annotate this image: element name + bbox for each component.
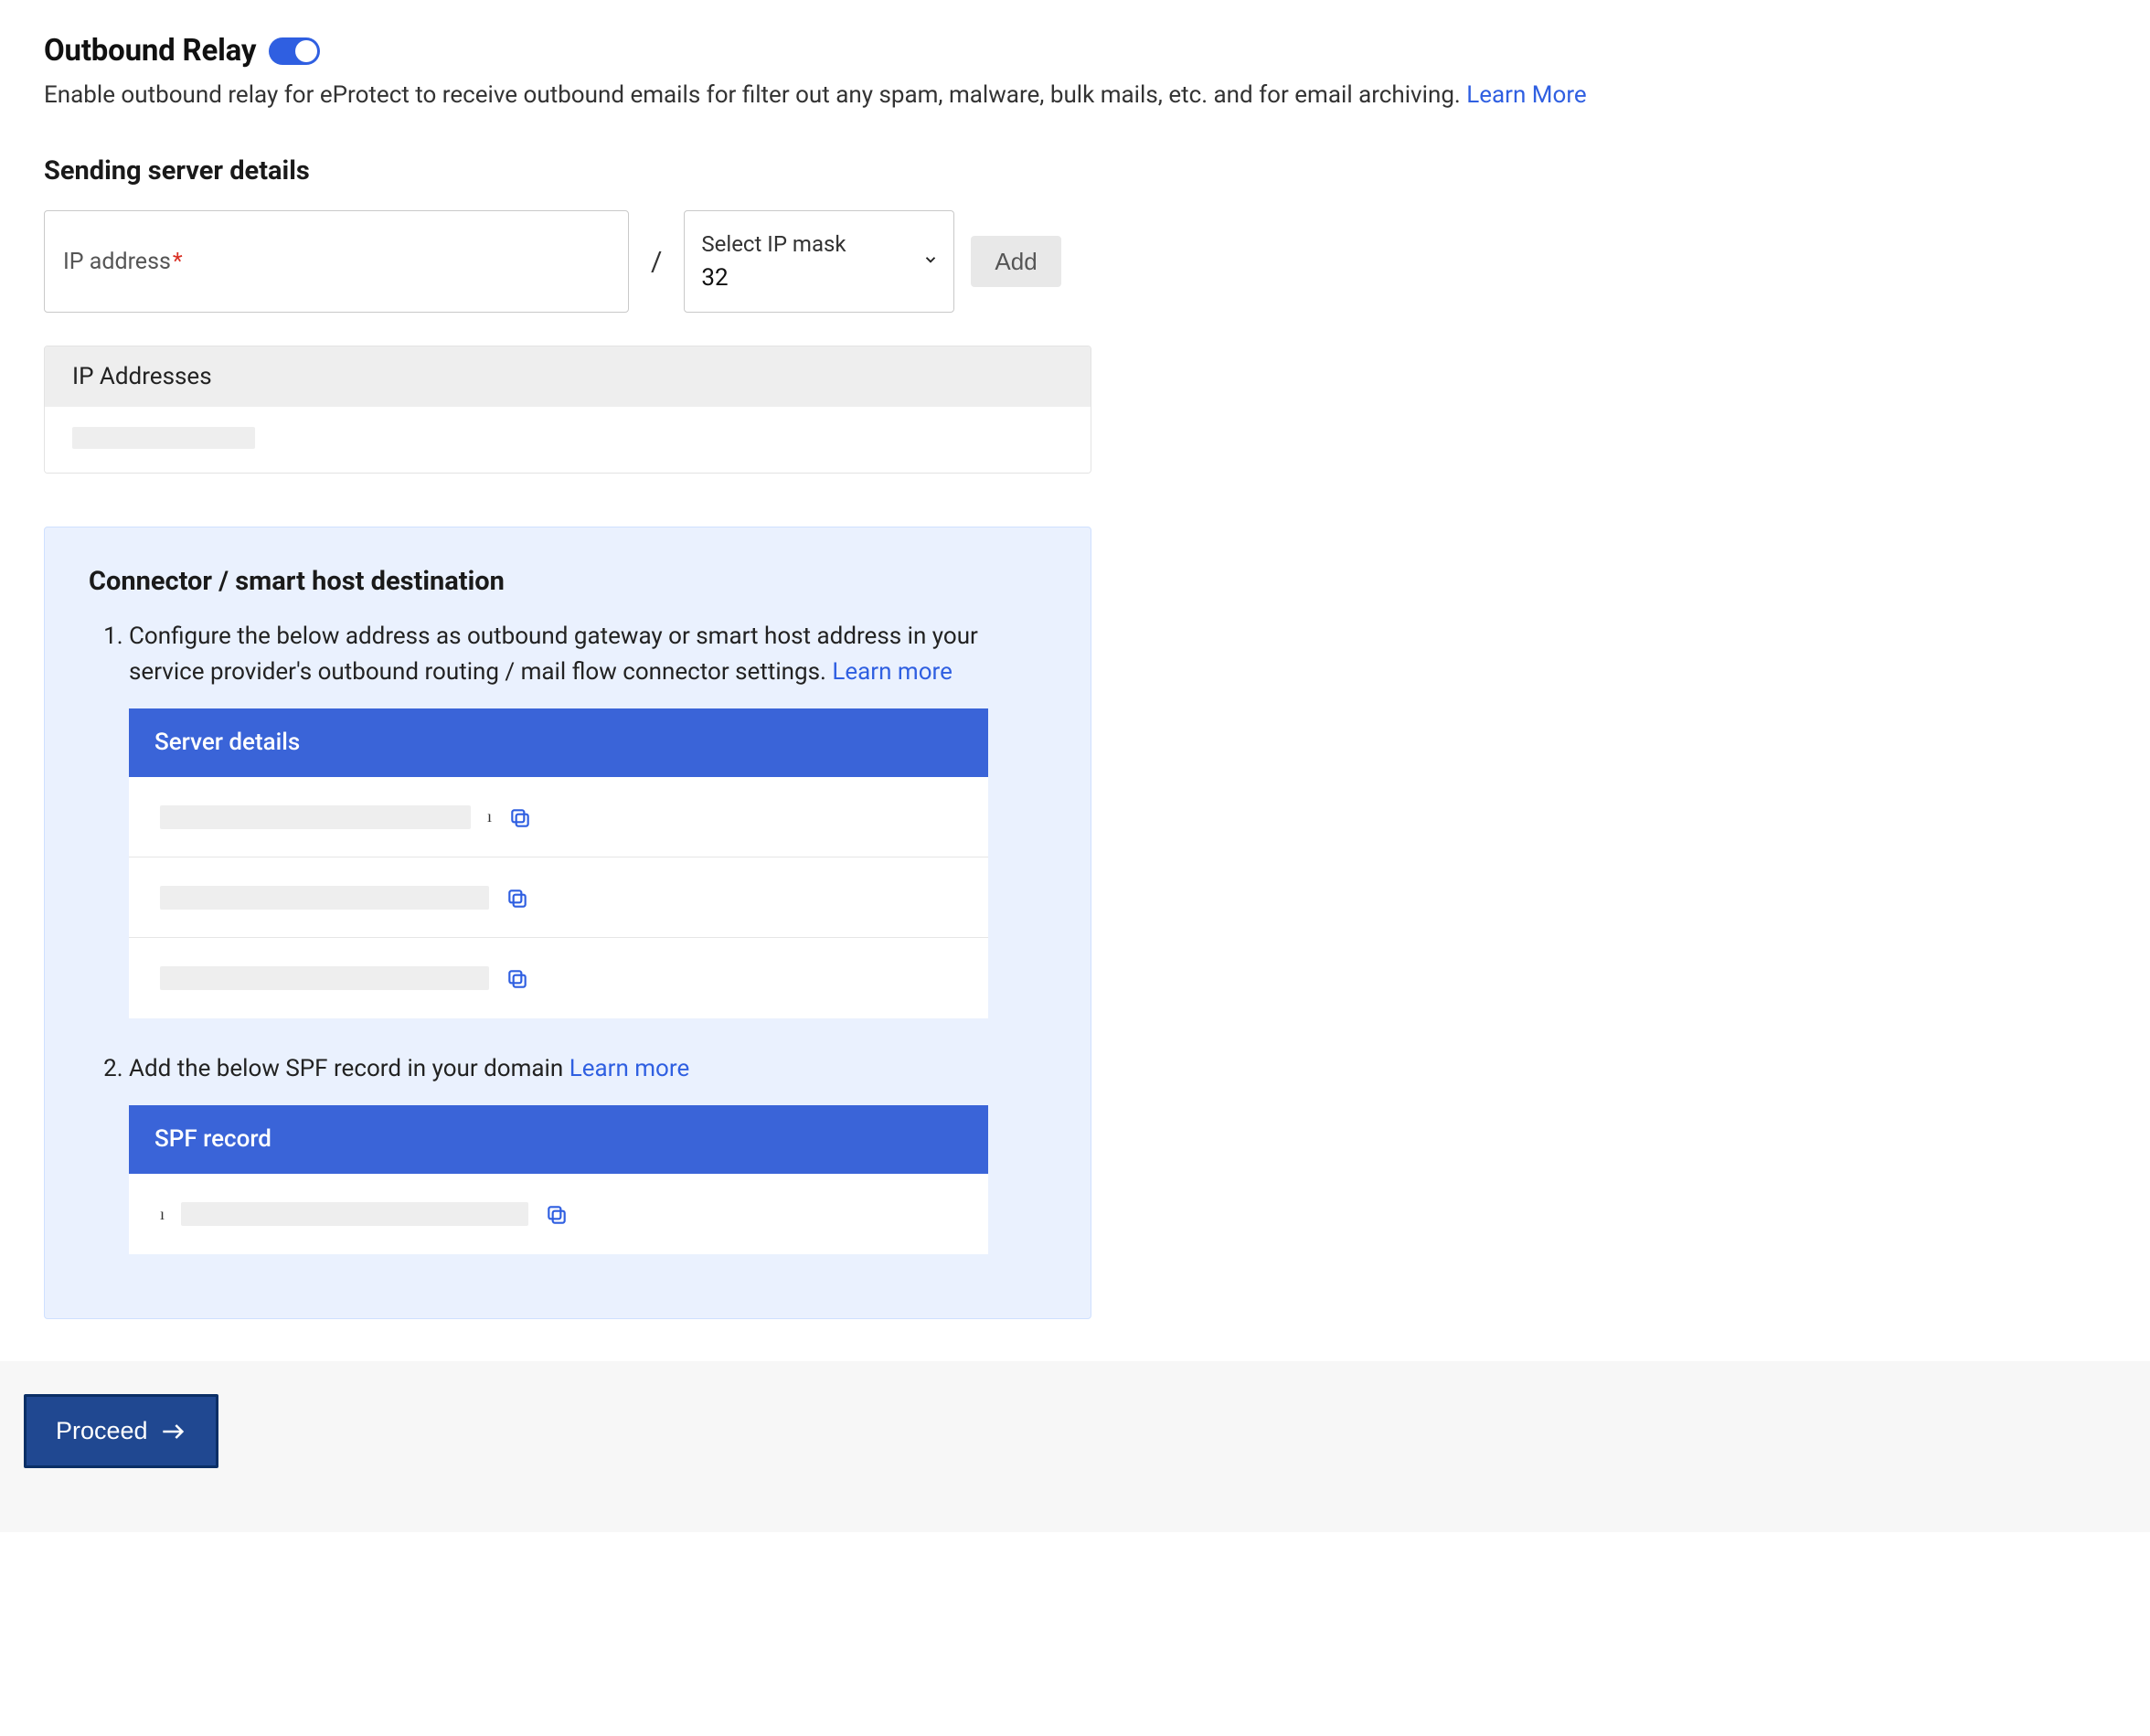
table-row: ı [129, 1174, 988, 1254]
connector-step-2: Add the below SPF record in your domain … [129, 1051, 1047, 1254]
spf-record-table: SPF record ı [129, 1105, 988, 1254]
add-button[interactable]: Add [971, 236, 1060, 287]
ip-address-input[interactable]: IP address* [44, 210, 629, 313]
outbound-relay-description: Enable outbound relay for eProtect to re… [44, 78, 2106, 113]
copy-icon[interactable] [506, 886, 529, 910]
ip-mask-select[interactable]: Select IP mask 32 [684, 210, 954, 313]
ip-address-label: IP address* [63, 249, 183, 275]
chevron-down-icon [922, 251, 939, 272]
outbound-relay-description-text: Enable outbound relay for eProtect to re… [44, 81, 1461, 109]
redacted-server-detail [160, 886, 489, 910]
table-row [129, 857, 988, 938]
ip-addresses-table: IP Addresses [44, 346, 1091, 474]
connector-step-2-learn-more-link[interactable]: Learn more [569, 1055, 690, 1082]
copy-icon[interactable] [506, 966, 529, 990]
server-details-table: Server details ı [129, 708, 988, 1018]
connector-title: Connector / smart host destination [89, 566, 1047, 597]
redacted-spf-record [181, 1202, 528, 1226]
proceed-button[interactable]: Proceed [24, 1394, 218, 1468]
connector-step-1: Configure the below address as outbound … [129, 619, 1047, 1018]
separator-mark: ı [487, 804, 492, 829]
footer-bar: Proceed [0, 1361, 2150, 1532]
ip-addresses-table-header: IP Addresses [45, 346, 1091, 407]
connector-step-1-learn-more-link[interactable]: Learn more [832, 658, 953, 686]
outbound-relay-learn-more-link[interactable]: Learn More [1466, 81, 1586, 109]
copy-icon[interactable] [508, 805, 532, 829]
table-row [129, 938, 988, 1018]
outbound-relay-header: Outbound Relay [44, 33, 2106, 69]
required-mark: * [173, 249, 183, 275]
outbound-relay-title: Outbound Relay [44, 33, 256, 69]
ip-address-label-text: IP address [63, 249, 171, 275]
sending-server-title: Sending server details [44, 155, 2106, 186]
redacted-ip [72, 427, 255, 449]
redacted-server-detail [160, 805, 471, 829]
redacted-server-detail [160, 966, 489, 990]
ip-mask-select-label: Select IP mask [701, 231, 937, 257]
table-row: ı [129, 777, 988, 857]
connector-step-2-text: Add the below SPF record in your domain [129, 1055, 563, 1082]
arrow-right-icon [161, 1422, 186, 1442]
ip-mask-select-value: 32 [701, 264, 937, 292]
ip-input-row: IP address* / Select IP mask 32 Add [44, 210, 2106, 313]
proceed-button-label: Proceed [56, 1417, 148, 1445]
copy-icon[interactable] [545, 1202, 569, 1226]
table-row [45, 407, 1091, 473]
separator-mark: ı [160, 1202, 165, 1227]
outbound-relay-toggle[interactable] [269, 37, 320, 65]
connector-panel: Connector / smart host destination Confi… [44, 527, 1091, 1319]
spf-record-header: SPF record [129, 1105, 988, 1174]
ip-mask-slash: / [645, 246, 667, 278]
server-details-header: Server details [129, 708, 988, 777]
